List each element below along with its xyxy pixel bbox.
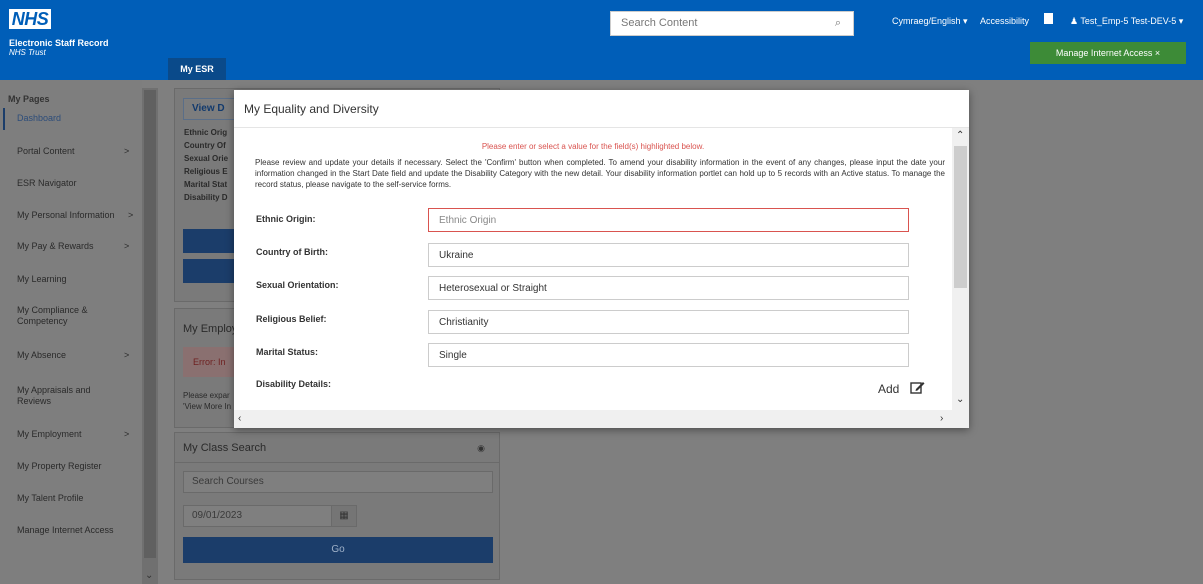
modal-title: My Equality and Diversity	[244, 102, 379, 116]
chevron-right-icon[interactable]: >	[124, 146, 129, 156]
panel-label: Ethnic Orig	[184, 128, 228, 137]
search-content-input[interactable]: Search Content ⌕	[610, 11, 854, 36]
modal-vertical-scrollbar[interactable]: ⌃ ⌄	[952, 128, 969, 410]
sidebar-item-employment[interactable]: My Employment	[17, 429, 137, 440]
chevron-right-icon[interactable]: >	[124, 429, 129, 439]
sexual-orientation-label: Sexual Orientation:	[256, 280, 339, 290]
class-search-panel: My Class Search ◉ Search Courses 09/01/2…	[174, 432, 500, 580]
chevron-down-icon[interactable]: ⌄	[956, 394, 964, 405]
nhs-logo[interactable]: NHS	[9, 9, 51, 29]
class-search-header: My Class Search ◉	[175, 433, 499, 463]
employment-text: 'View More In	[183, 402, 232, 411]
sidebar: My Pages Dashboard Portal Content > ESR …	[0, 80, 142, 584]
tab-my-esr[interactable]: My ESR	[168, 58, 226, 80]
chevron-right-icon[interactable]: >	[124, 241, 129, 251]
sidebar-item-appraisals[interactable]: My Appraisals and Reviews	[17, 385, 112, 407]
sidebar-item-manage-internet[interactable]: Manage Internet Access	[17, 525, 137, 536]
top-header: NHS Electronic Staff Record NHS Trust Se…	[0, 0, 1203, 80]
add-disability-link[interactable]: Add	[878, 382, 899, 396]
panel-label: Country Of	[184, 141, 226, 150]
country-of-birth-field[interactable]	[428, 243, 909, 267]
eye-icon[interactable]: ◉	[477, 443, 485, 454]
edit-icon[interactable]	[910, 381, 925, 394]
sexual-orientation-field[interactable]	[428, 276, 909, 300]
sidebar-title: My Pages	[8, 94, 50, 104]
modal-body: Please enter or select a value for the f…	[234, 128, 952, 410]
modal-horizontal-scrollbar[interactable]: ‹ ›	[234, 410, 952, 428]
accessibility-link[interactable]: Accessibility	[980, 16, 1029, 26]
date-input[interactable]: 09/01/2023	[183, 505, 333, 527]
country-of-birth-label: Country of Birth:	[256, 247, 328, 257]
language-toggle[interactable]: Cymraeg/English ▾	[892, 16, 968, 27]
sidebar-item-dashboard[interactable]: Dashboard	[17, 113, 137, 124]
search-icon[interactable]: ⌕	[835, 12, 841, 35]
document-icon[interactable]	[1044, 13, 1053, 24]
sidebar-item-learning[interactable]: My Learning	[17, 274, 137, 285]
sidebar-item-compliance[interactable]: My Compliance & Competency	[17, 305, 117, 327]
manage-internet-access-button[interactable]: Manage Internet Access ×	[1030, 42, 1186, 64]
validation-error-message: Please enter or select a value for the f…	[481, 142, 705, 151]
employment-text: Please expar	[183, 391, 230, 400]
ethnic-origin-label: Ethnic Origin:	[256, 214, 316, 224]
sidebar-item-pay-rewards[interactable]: My Pay & Rewards	[17, 241, 137, 252]
sidebar-item-portal-content[interactable]: Portal Content	[17, 146, 137, 157]
chevron-up-icon[interactable]: ⌃	[956, 130, 964, 141]
go-button[interactable]: Go	[183, 537, 493, 563]
equality-diversity-modal: My Equality and Diversity Please enter o…	[234, 90, 969, 428]
marital-status-label: Marital Status:	[256, 347, 319, 357]
chevron-right-icon[interactable]: >	[124, 350, 129, 360]
marital-status-field[interactable]	[428, 343, 909, 367]
org-subtitle: NHS Trust	[9, 48, 46, 57]
modal-header: My Equality and Diversity	[234, 90, 969, 128]
search-placeholder: Search Content	[621, 17, 698, 29]
active-indicator	[3, 108, 5, 130]
search-courses-input[interactable]: Search Courses	[183, 471, 493, 493]
sidebar-item-esr-navigator[interactable]: ESR Navigator	[17, 178, 137, 189]
org-name: Electronic Staff Record	[9, 38, 109, 48]
modal-scroll-thumb[interactable]	[954, 146, 967, 288]
disability-details-label: Disability Details:	[256, 379, 332, 389]
panel-label: Marital Stat	[184, 180, 228, 189]
chevron-down-icon[interactable]: ⌄	[145, 570, 153, 581]
panel-label: Disability D	[184, 193, 228, 202]
sidebar-item-absence[interactable]: My Absence	[17, 350, 137, 361]
chevron-right-icon[interactable]: >	[128, 210, 133, 220]
calendar-icon[interactable]: ▦	[331, 505, 357, 527]
religious-belief-field[interactable]	[428, 310, 909, 334]
chevron-right-icon[interactable]: ›	[940, 413, 943, 424]
panel-label: Religious E	[184, 167, 228, 176]
class-search-title: My Class Search	[183, 442, 267, 454]
scrollbar-corner	[952, 410, 969, 428]
sidebar-item-talent-profile[interactable]: My Talent Profile	[17, 493, 137, 504]
ethnic-origin-field[interactable]	[428, 208, 909, 232]
intro-text: Please review and update your details if…	[255, 158, 945, 189]
user-menu[interactable]: ♟ Test_Emp-5 Test-DEV-5 ▾	[1070, 16, 1183, 27]
sidebar-item-personal-information[interactable]: My Personal Information	[17, 210, 137, 221]
religious-belief-label: Religious Belief:	[256, 314, 327, 324]
sidebar-scroll-thumb[interactable]	[144, 90, 156, 558]
chevron-left-icon[interactable]: ‹	[238, 413, 241, 424]
employment-title: My Employ	[183, 323, 238, 335]
panel-label: Sexual Orie	[184, 154, 229, 163]
sidebar-item-property-register[interactable]: My Property Register	[17, 461, 137, 472]
